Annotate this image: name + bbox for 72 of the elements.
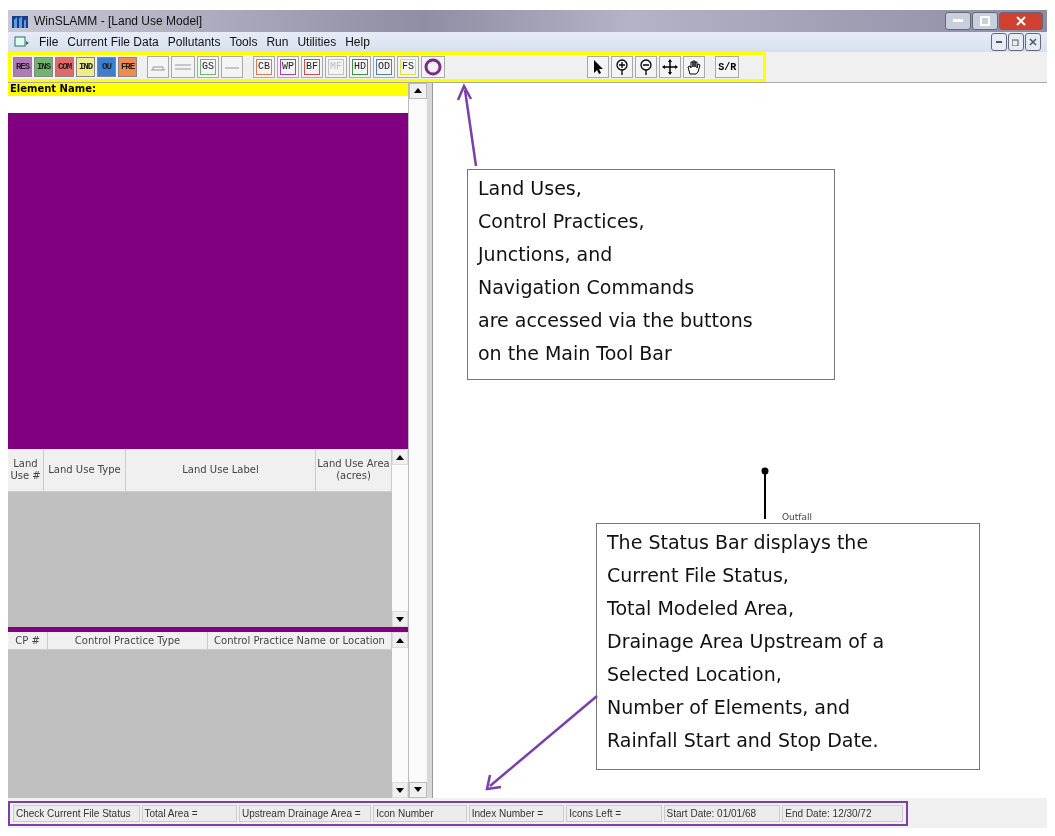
control-practice-button[interactable]: OD bbox=[373, 56, 396, 78]
close-icon bbox=[1016, 16, 1026, 26]
maximize-icon bbox=[980, 16, 990, 26]
status-field: Upstream Drainage Area = bbox=[238, 804, 372, 822]
pointer-button[interactable] bbox=[587, 56, 610, 78]
land-use-button[interactable]: FRE bbox=[118, 57, 137, 77]
menu-item[interactable]: Run bbox=[266, 35, 289, 49]
scroll-down-button[interactable] bbox=[392, 611, 408, 628]
element-name-field[interactable] bbox=[8, 96, 408, 113]
junction-button[interactable]: GS bbox=[197, 56, 219, 78]
swap-button[interactable]: S/R bbox=[715, 56, 740, 78]
minimize-icon bbox=[996, 41, 1002, 43]
status-field: Start Date: 01/01/68 bbox=[663, 804, 781, 822]
zoom-in-button[interactable] bbox=[611, 56, 634, 78]
hand-button[interactable] bbox=[683, 56, 706, 78]
menu-item[interactable]: Utilities bbox=[297, 35, 337, 49]
close-icon bbox=[1029, 38, 1037, 46]
close-button[interactable] bbox=[1025, 33, 1041, 51]
minimize-icon bbox=[953, 19, 963, 23]
hand-icon bbox=[686, 59, 703, 75]
control-practice-button[interactable]: FS bbox=[397, 56, 420, 78]
zoom-out-button[interactable] bbox=[635, 56, 658, 78]
outfall-label: Outfall bbox=[782, 512, 812, 522]
close-button[interactable] bbox=[999, 12, 1043, 30]
zoom-in-icon bbox=[614, 59, 631, 75]
channel-icon bbox=[174, 62, 192, 72]
scroll-down-button[interactable] bbox=[409, 782, 427, 798]
minimize-button[interactable] bbox=[945, 12, 971, 30]
scroll-down-button[interactable] bbox=[392, 782, 408, 798]
up-arrow-icon bbox=[396, 454, 404, 460]
restore-icon bbox=[1012, 38, 1020, 46]
control-practice-button[interactable]: HD bbox=[349, 56, 372, 78]
callout-text: Land Uses, Control Practices, Junctions, and Navigation Commands are accessed via the buttons on the Main Tool Bar bbox=[467, 169, 835, 380]
maximize-button[interactable] bbox=[972, 12, 998, 30]
status-field: Icons Left = bbox=[566, 804, 662, 822]
element-name-label: Element Name: bbox=[10, 83, 96, 94]
minimize-button[interactable] bbox=[991, 33, 1007, 51]
up-arrow-icon bbox=[396, 637, 404, 643]
scroll-up-button[interactable] bbox=[392, 632, 408, 649]
land-use-button[interactable]: COM bbox=[55, 57, 74, 77]
status-field: Total Area = bbox=[141, 804, 237, 822]
restore-button[interactable] bbox=[1008, 33, 1024, 51]
down-arrow-icon bbox=[396, 616, 404, 622]
app-icon bbox=[12, 14, 28, 28]
move-button[interactable] bbox=[659, 56, 682, 78]
down-arrow-icon bbox=[396, 787, 404, 793]
status-field: Check Current File Status bbox=[13, 804, 140, 822]
menu-item[interactable]: Help bbox=[345, 35, 370, 49]
zoom-out-icon bbox=[638, 59, 655, 75]
land-use-button[interactable]: INS bbox=[34, 57, 53, 77]
callout-text: The Status Bar displays the Current File Status, Total Modeled Area, Drainage Area Upstream of a Selected Location, Number of Elements, and Rainfall Start and Stop Date. bbox=[596, 523, 980, 770]
menu-item[interactable]: Pollutants bbox=[167, 35, 221, 49]
control-practice-button[interactable]: WP bbox=[277, 56, 300, 78]
control-practice-button[interactable]: CB bbox=[253, 56, 276, 78]
land-use-button[interactable]: RES bbox=[13, 57, 32, 77]
status-field: Index Number = bbox=[468, 804, 565, 822]
down-arrow-icon bbox=[414, 787, 422, 792]
menu-item[interactable]: Current File Data bbox=[67, 35, 159, 49]
status-field: Icon Number bbox=[373, 804, 467, 822]
control-practice-button[interactable]: BF bbox=[301, 56, 324, 78]
status-field: End Date: 12/30/72 bbox=[782, 804, 903, 822]
menu-item[interactable]: Tools bbox=[229, 35, 258, 49]
scroll-up-button[interactable] bbox=[392, 449, 408, 465]
land-use-button[interactable]: IND bbox=[76, 57, 95, 77]
outfall-node[interactable] bbox=[761, 467, 769, 519]
up-arrow-icon bbox=[414, 88, 422, 93]
document-icon[interactable] bbox=[14, 36, 30, 48]
window-title: WinSLAMM - [Land Use Model] bbox=[34, 14, 203, 28]
move-icon bbox=[662, 59, 679, 75]
menu-item[interactable]: File bbox=[39, 35, 59, 49]
land-use-button[interactable]: OU bbox=[97, 57, 116, 77]
scroll-up-button[interactable] bbox=[409, 83, 427, 99]
